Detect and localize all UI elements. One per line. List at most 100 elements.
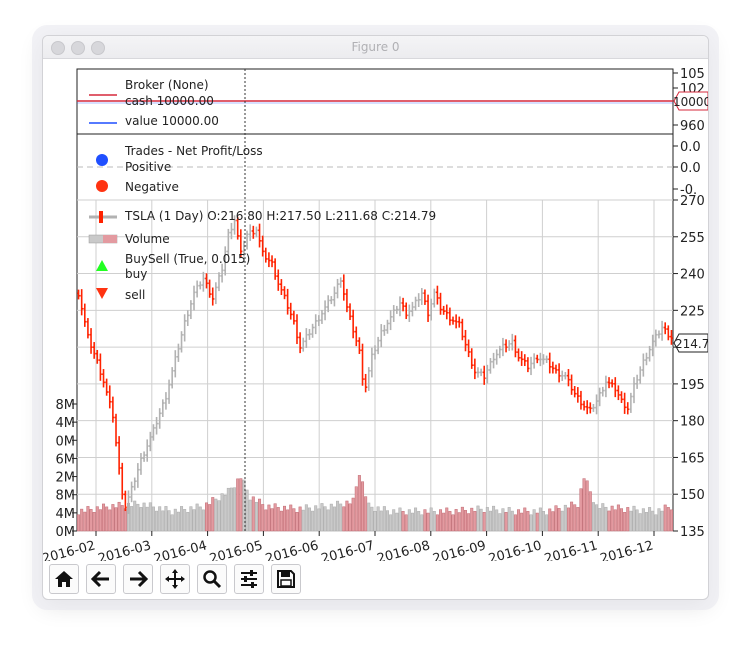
volume-bar [532,509,536,532]
volume-bar [170,514,174,532]
volume-bar [538,507,542,532]
home-icon [55,571,73,587]
volume-bar [223,494,227,532]
volume-bar [92,512,96,532]
title-bar: Figure 0 [43,36,708,59]
price-ytick-label: 255 [680,231,705,246]
save-icon [277,570,295,588]
volume-bar [669,509,673,532]
price-yticks: 270255240225210195180165150135 [673,194,705,540]
value-legend-label: value 10000.00 [125,114,219,128]
volume-bar [111,504,115,532]
volume-bar [229,487,233,532]
volume-bar [657,508,661,532]
configure-subplots-icon [241,570,257,588]
volume-bar [276,507,280,532]
save-button[interactable] [271,564,301,594]
volume-bar [295,512,299,532]
back-button[interactable] [86,564,116,594]
volume-bar [414,507,418,532]
volume-bar [563,504,567,532]
price-ytick-label: 135 [680,525,705,540]
volume-bar [623,512,627,532]
volume-bar [648,507,652,532]
volume-bar [517,509,521,532]
volume-bar [208,504,212,532]
volume-bar [576,507,580,532]
volume-bar [535,512,539,532]
volume-bar [548,508,552,532]
zoom-button[interactable] [197,564,227,594]
volume-bar [130,506,134,532]
broker-ytick-1: 105 [680,67,705,82]
date-xtick-label: 2016-11 [543,538,599,561]
volume-bar [102,503,106,532]
volume-bar [666,507,670,532]
pan-icon [165,569,185,589]
trades-panel: Trades - Net Profit/Loss Positive Negati… [76,133,701,201]
price-ytick-label: 225 [680,304,705,319]
volume-bar [573,504,577,532]
volume-bar [482,512,486,532]
volume-bar [635,509,639,532]
figure-canvas[interactable]: Broker (None) cash 10000.00 value 10000.… [43,59,708,567]
volume-bar [86,506,90,532]
volume-bar [148,502,152,532]
volume-bar [641,508,645,532]
price-ytick-label: 180 [680,415,705,430]
volume-bar [582,478,586,532]
forward-icon [130,570,148,588]
broker-panel: Broker (None) cash 10000.00 value 10000.… [76,67,708,135]
volume-bar [267,504,271,532]
volume-bar [80,508,84,532]
volume-bar [161,510,165,532]
volume-bar [348,503,352,532]
volume-bar [426,512,430,532]
home-button[interactable] [49,564,79,594]
volume-bar [460,506,464,532]
volume-bar [311,510,315,532]
date-xtick-label: 2016-12 [599,538,655,561]
volume-bar [195,503,199,532]
volume-bar [507,507,511,532]
volume-bar [151,506,155,532]
volume-bar [270,508,274,532]
price-ytick-label: 240 [680,268,705,283]
volume-bar [504,512,508,532]
volume-bar [595,504,599,532]
volume-bar [133,500,137,532]
volume-bar [361,481,365,532]
volume-bar [158,506,162,532]
configure-subplots-button[interactable] [234,564,264,594]
volume-bar [258,498,262,532]
volume-ytick-label: 0M [56,434,76,449]
price-ytick-label: 165 [680,451,705,466]
window-title: Figure 0 [351,40,400,54]
volume-bar [326,509,330,532]
volume-bar [239,478,243,532]
volume-bar [379,510,383,532]
trades-ytick-2: 0.0 [680,161,701,176]
pan-button[interactable] [160,564,190,594]
volume-bar [398,507,402,532]
volume-bar [301,509,305,532]
plot-area[interactable]: Broker (None) cash 10000.00 value 10000.… [43,59,708,567]
volume-bar [448,511,452,532]
volume-bar [529,514,533,532]
volume-bar [470,507,474,532]
volume-bar [123,508,127,532]
forward-button[interactable] [123,564,153,594]
volume-bar [95,506,99,532]
volume-bar [233,487,237,532]
volume-bar [520,512,524,532]
volume-bar [139,507,143,532]
volume-bar [142,502,146,532]
volume-bar [629,510,633,532]
date-xtick-label: 2016-07 [320,538,376,561]
volume-bar [404,514,408,532]
volume-bar [186,512,190,532]
volume-bar [183,509,187,532]
volume-bar [164,506,168,532]
volume-bar [279,510,283,532]
volume-bar [173,508,177,532]
